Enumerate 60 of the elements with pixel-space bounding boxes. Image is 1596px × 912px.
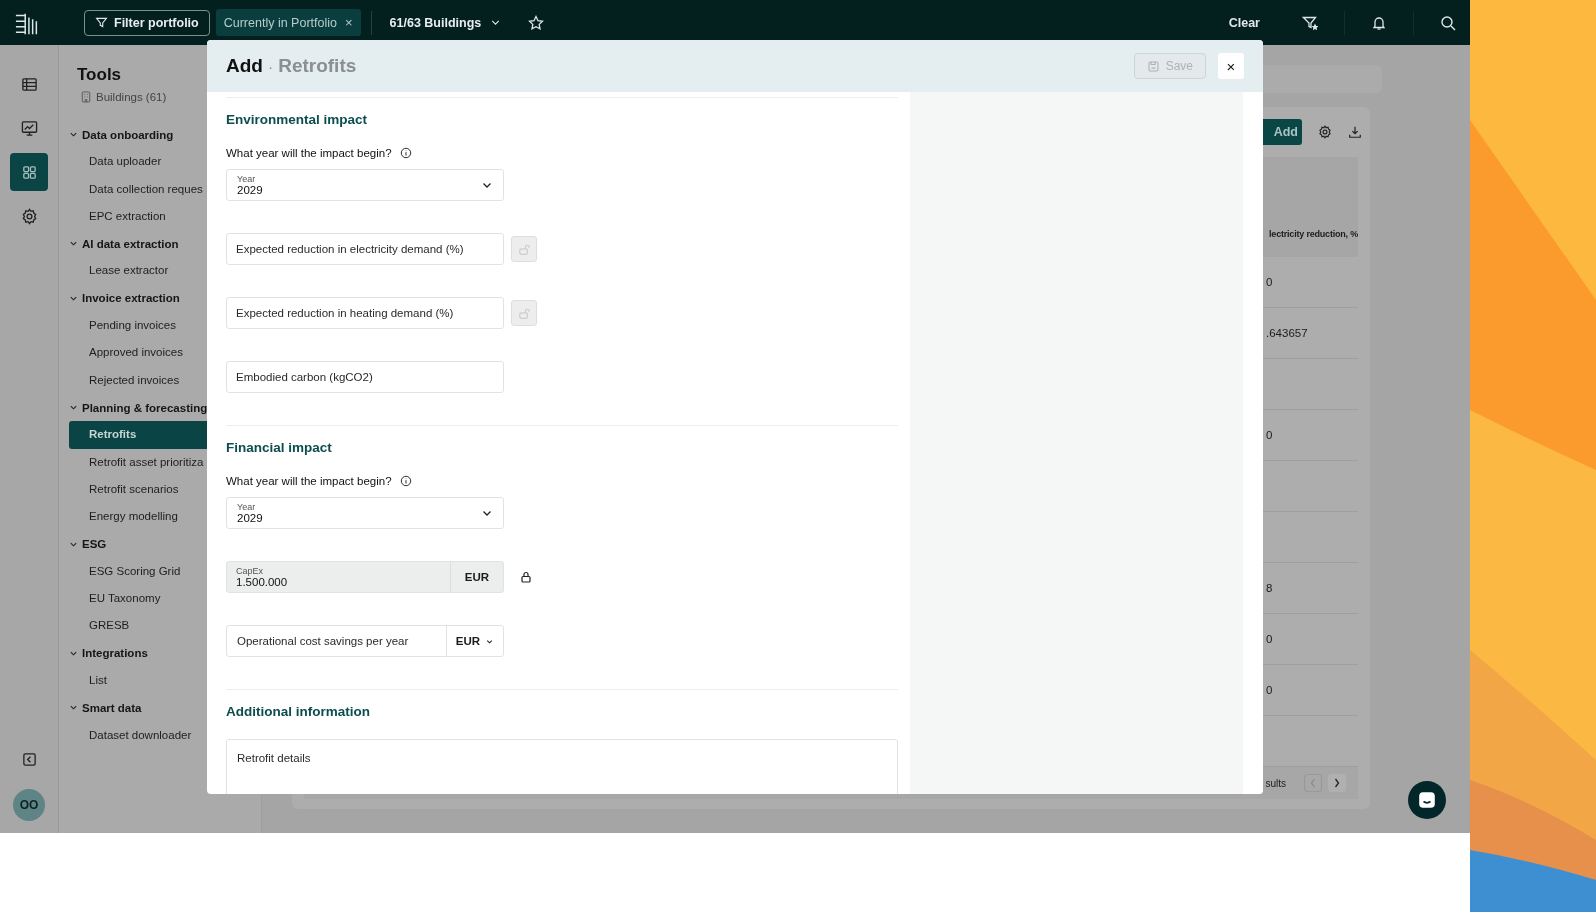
close-button[interactable]: × xyxy=(1218,53,1244,79)
year-select[interactable]: Year 2029 xyxy=(226,497,504,529)
chevron-icon xyxy=(69,239,78,249)
section-heading: Additional information xyxy=(226,704,370,719)
grid-icon xyxy=(20,163,38,181)
input-field[interactable]: Expected reduction in electricity demand (%) xyxy=(226,233,504,265)
download-icon[interactable] xyxy=(1348,125,1362,139)
bell-icon[interactable] xyxy=(1371,14,1387,31)
question-label: What year will the impact begin? xyxy=(226,147,392,159)
buildings-count: Buildings (61) xyxy=(96,91,167,103)
chat-button[interactable] xyxy=(1408,781,1446,819)
info-icon[interactable] xyxy=(399,147,412,159)
building-icon xyxy=(81,91,91,103)
currency-label: EUR xyxy=(450,562,503,592)
results-text: sults xyxy=(1265,777,1286,789)
table-cell-text: 0 xyxy=(1266,276,1274,288)
chart-monitor-icon xyxy=(20,119,38,137)
column-header: lectricity reduction, % xyxy=(1269,229,1358,239)
chip-label: Currently in Portfolio xyxy=(223,15,337,30)
unlocked-lock-icon xyxy=(517,306,531,320)
settings-icon xyxy=(20,207,38,225)
chevron-icon xyxy=(69,130,78,140)
input-field[interactable]: Expected reduction in heating demand (%) xyxy=(226,297,504,329)
chat-icon xyxy=(1417,790,1437,810)
section-heading: Environmental impact xyxy=(226,112,368,127)
portfolio-filter-chip[interactable]: Currently in Portfolio × xyxy=(215,9,361,36)
info-icon[interactable] xyxy=(399,475,412,487)
table-icon xyxy=(20,75,38,93)
star-icon[interactable] xyxy=(528,14,545,31)
tools-title: Tools xyxy=(76,65,122,84)
unlocked-lock-icon xyxy=(517,242,531,256)
sidebar-group-header[interactable]: ESG xyxy=(69,530,261,558)
filter-star-icon[interactable] xyxy=(1302,14,1318,31)
chevron-icon xyxy=(69,703,78,713)
savings-field[interactable]: Operational cost savings per year EUR xyxy=(226,625,504,657)
table-cell-text: 0 xyxy=(1266,429,1274,441)
filter-icon xyxy=(95,16,108,29)
settings-icon[interactable] xyxy=(1318,125,1332,139)
input-field[interactable]: Operational cost savings per year xyxy=(227,626,446,656)
table-cell-text: .643657 xyxy=(1266,327,1309,339)
year-select[interactable]: Year 2029 xyxy=(226,169,504,201)
filter-portfolio-button[interactable]: Filter portfolio xyxy=(84,9,210,36)
chevron-icon xyxy=(69,403,78,413)
table-cell-text: 0 xyxy=(1266,684,1274,696)
sidebar-group-header[interactable]: Planning & forecasting xyxy=(69,393,261,422)
search-icon[interactable] xyxy=(1440,14,1456,31)
buildings-dropdown[interactable]: 61/63 Buildings xyxy=(381,15,511,30)
text-area[interactable]: Retrofit details xyxy=(226,739,898,794)
input-field[interactable]: Embodied carbon (kgCO2) xyxy=(226,361,504,393)
grid-nav-button[interactable] xyxy=(10,153,48,191)
close-icon[interactable]: × xyxy=(344,15,353,30)
question-label: What year will the impact begin? xyxy=(226,475,392,487)
table-cell-text: 8 xyxy=(1266,582,1274,594)
collapse-sidebar-icon[interactable] xyxy=(21,752,37,767)
table-cell-text: 0 xyxy=(1266,633,1274,645)
currency-select[interactable]: EUR xyxy=(446,626,503,656)
clear-button[interactable]: Clear xyxy=(1222,14,1266,31)
user-avatar[interactable]: OO xyxy=(13,789,45,821)
dialog-title: Add · Retrofits xyxy=(226,55,358,77)
next-page-button[interactable] xyxy=(1328,774,1346,792)
